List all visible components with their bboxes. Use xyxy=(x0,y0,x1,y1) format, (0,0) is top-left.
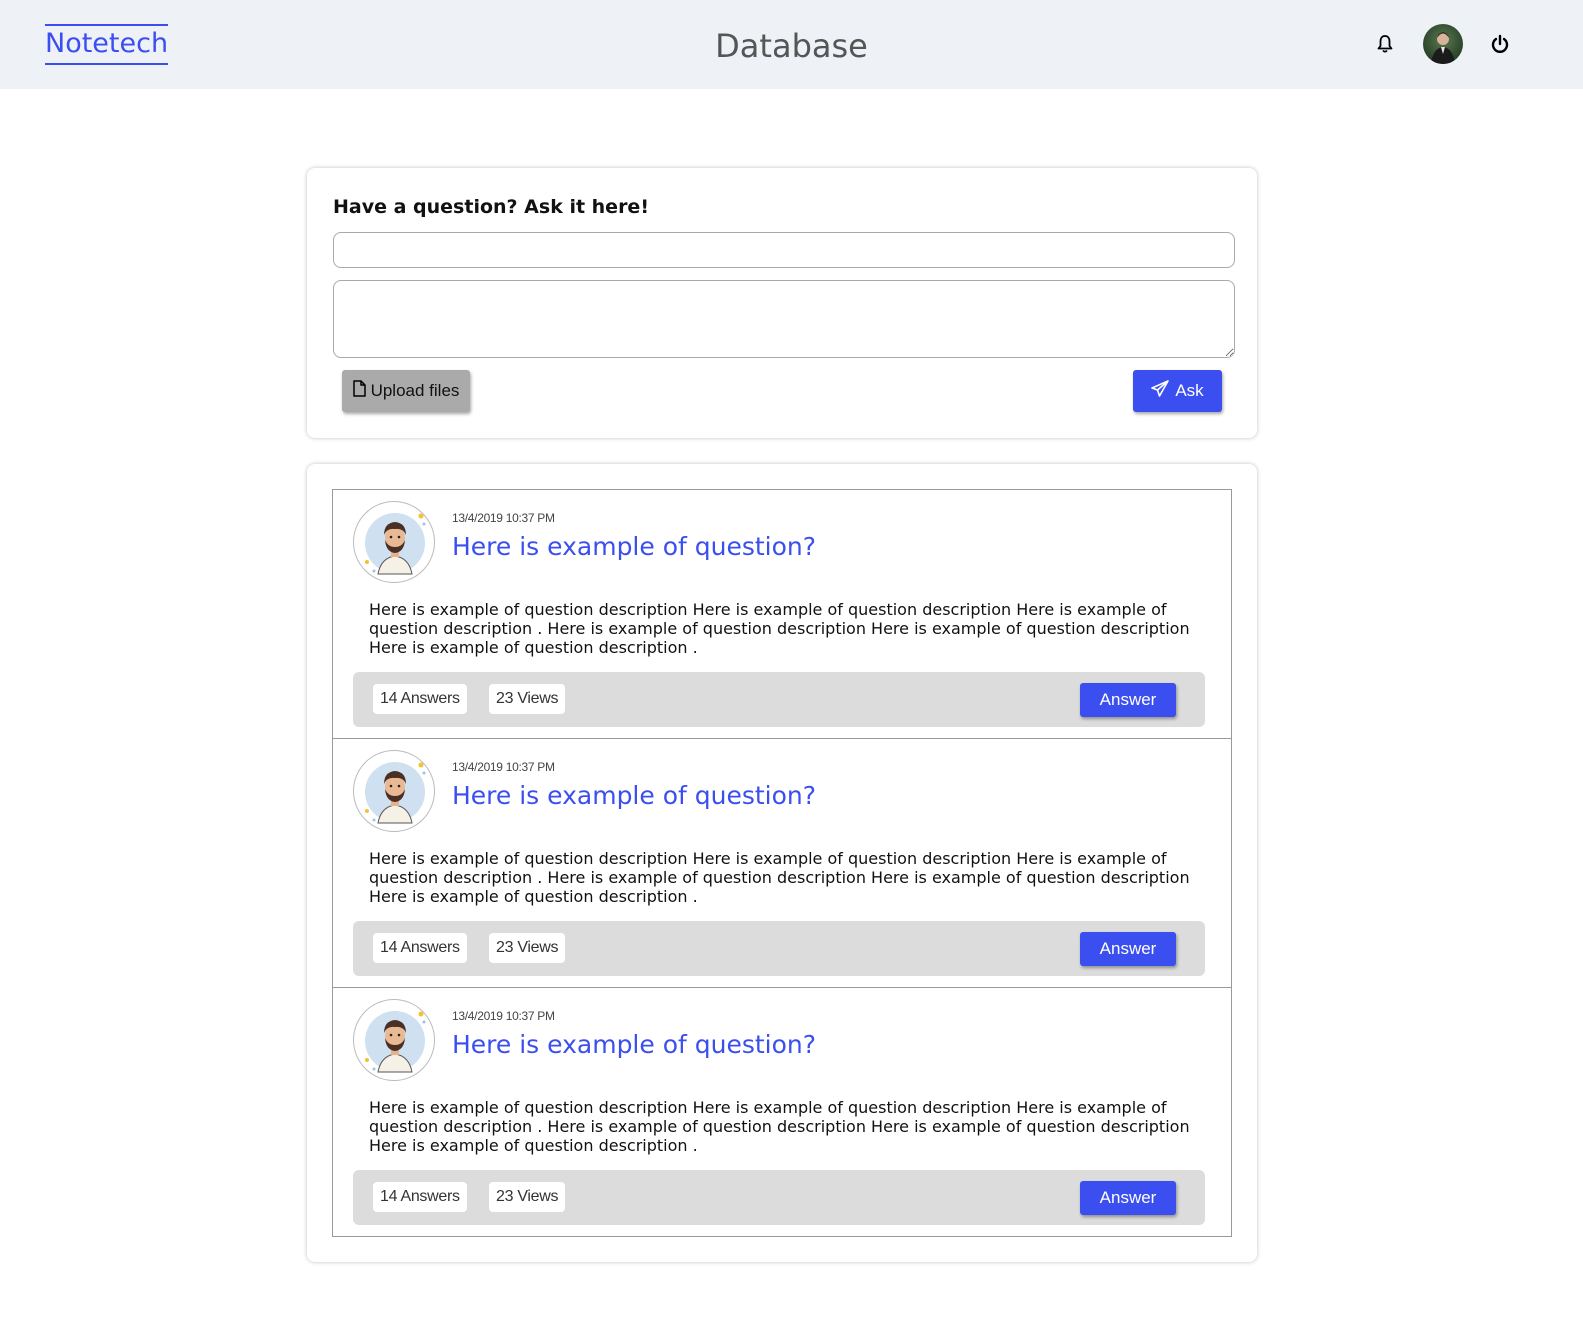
paper-plane-icon xyxy=(1151,380,1170,402)
answer-button[interactable]: Answer xyxy=(1080,932,1176,966)
question-description: Here is example of question description … xyxy=(369,849,1190,906)
answers-count-badge: 14 Answers xyxy=(373,1182,467,1212)
answers-count-badge: 14 Answers xyxy=(373,933,467,963)
question-footer: 14 Answers 23 Views Answer xyxy=(353,672,1205,727)
question-date: 13/4/2019 10:37 PM xyxy=(452,760,555,774)
question-description: Here is example of question description … xyxy=(369,600,1190,657)
answer-button[interactable]: Answer xyxy=(1080,1181,1176,1215)
answers-count-badge: 14 Answers xyxy=(373,684,467,714)
questions-card: 13/4/2019 10:37 PM Here is example of qu… xyxy=(307,464,1257,1262)
author-avatar xyxy=(353,501,435,583)
author-avatar xyxy=(353,999,435,1081)
question-title-link[interactable]: Here is example of question? xyxy=(452,532,816,561)
upload-files-label: Upload files xyxy=(370,381,460,400)
question-list: 13/4/2019 10:37 PM Here is example of qu… xyxy=(332,489,1232,1237)
question-footer: 14 Answers 23 Views Answer xyxy=(353,921,1205,976)
views-count-badge: 23 Views xyxy=(489,1182,566,1212)
ask-question-card: Have a question? Ask it here! Upload fil… xyxy=(307,168,1257,438)
file-icon xyxy=(352,380,366,402)
author-avatar xyxy=(353,750,435,832)
question-item: 13/4/2019 10:37 PM Here is example of qu… xyxy=(333,490,1231,739)
power-icon[interactable] xyxy=(1490,34,1510,54)
bell-icon[interactable] xyxy=(1376,34,1394,54)
ask-button-label: Ask xyxy=(1175,381,1204,400)
answer-button[interactable]: Answer xyxy=(1080,683,1176,717)
question-footer: 14 Answers 23 Views Answer xyxy=(353,1170,1205,1225)
question-title-link[interactable]: Here is example of question? xyxy=(452,1030,816,1059)
upload-files-button[interactable]: Upload files xyxy=(342,370,470,412)
ask-label: Have a question? Ask it here! xyxy=(333,196,649,218)
ask-button[interactable]: Ask xyxy=(1133,370,1222,412)
question-description: Here is example of question description … xyxy=(369,1098,1190,1155)
question-description-textarea[interactable] xyxy=(333,280,1235,358)
page-title: Database xyxy=(715,27,868,65)
views-count-badge: 23 Views xyxy=(489,684,566,714)
question-item: 13/4/2019 10:37 PM Here is example of qu… xyxy=(333,988,1231,1237)
question-item: 13/4/2019 10:37 PM Here is example of qu… xyxy=(333,739,1231,988)
top-bar: Notetech Database xyxy=(0,0,1583,89)
question-date: 13/4/2019 10:37 PM xyxy=(452,511,555,525)
views-count-badge: 23 Views xyxy=(489,933,566,963)
question-date: 13/4/2019 10:37 PM xyxy=(452,1009,555,1023)
question-title-link[interactable]: Here is example of question? xyxy=(452,781,816,810)
question-title-input[interactable] xyxy=(333,232,1235,268)
user-avatar[interactable] xyxy=(1423,24,1463,64)
